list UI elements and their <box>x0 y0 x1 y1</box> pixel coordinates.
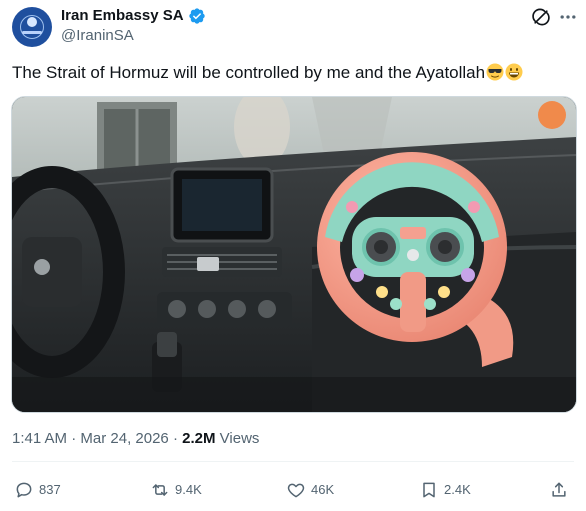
author-display-name[interactable]: Iran Embassy SA <box>61 7 184 25</box>
emblem-script <box>22 31 42 34</box>
meta-separator: · <box>71 430 77 447</box>
reply-count: 837 <box>39 482 61 497</box>
grinning-face-emoji <box>505 63 523 81</box>
repost-count: 9.4K <box>175 482 202 497</box>
tweet-text-body: The Strait of Hormuz will be controlled … <box>12 63 486 82</box>
author-handle[interactable]: @IraninSA <box>61 27 134 45</box>
meta-separator-2: · <box>172 430 178 447</box>
like-button[interactable]: 46K <box>286 480 334 500</box>
tweet-date[interactable]: Mar 24, 2026 <box>80 430 168 447</box>
views-label: Views <box>219 430 260 447</box>
more-icon[interactable] <box>558 7 578 27</box>
emblem-icon <box>27 17 37 27</box>
heart-icon <box>287 483 305 498</box>
tweet-text: The Strait of Hormuz will be controlled … <box>12 61 572 85</box>
author-avatar[interactable] <box>12 7 52 47</box>
tweet-photo[interactable] <box>11 96 577 413</box>
tweet-actions: 837 9.4K 46K 2.4K <box>12 474 574 508</box>
tweet: Iran Embassy SA @IraninSA The Strait of … <box>0 0 586 511</box>
author-name-row: Iran Embassy SA <box>61 7 206 25</box>
repost-button[interactable]: 9.4K <box>150 480 202 500</box>
bookmark-count: 2.4K <box>444 482 471 497</box>
reply-button[interactable]: 837 <box>14 480 61 500</box>
divider <box>12 461 574 462</box>
reply-icon <box>16 482 32 498</box>
share-button[interactable] <box>549 480 569 500</box>
tweet-meta: 1:41 AM · Mar 24, 2026 · 2.2M Views <box>12 429 259 449</box>
grok-icon[interactable] <box>531 7 551 27</box>
verified-badge-icon <box>188 8 205 24</box>
tweet-time[interactable]: 1:41 AM <box>12 430 67 447</box>
views-count: 2.2M <box>182 430 216 447</box>
repost-icon <box>152 484 168 496</box>
like-count: 46K <box>311 482 335 497</box>
bookmark-icon <box>423 482 435 498</box>
bookmark-button[interactable]: 2.4K <box>419 480 471 500</box>
sunglasses-face-emoji <box>486 63 504 81</box>
share-icon <box>552 482 566 497</box>
photo-toy-steering-wheel <box>12 97 576 412</box>
